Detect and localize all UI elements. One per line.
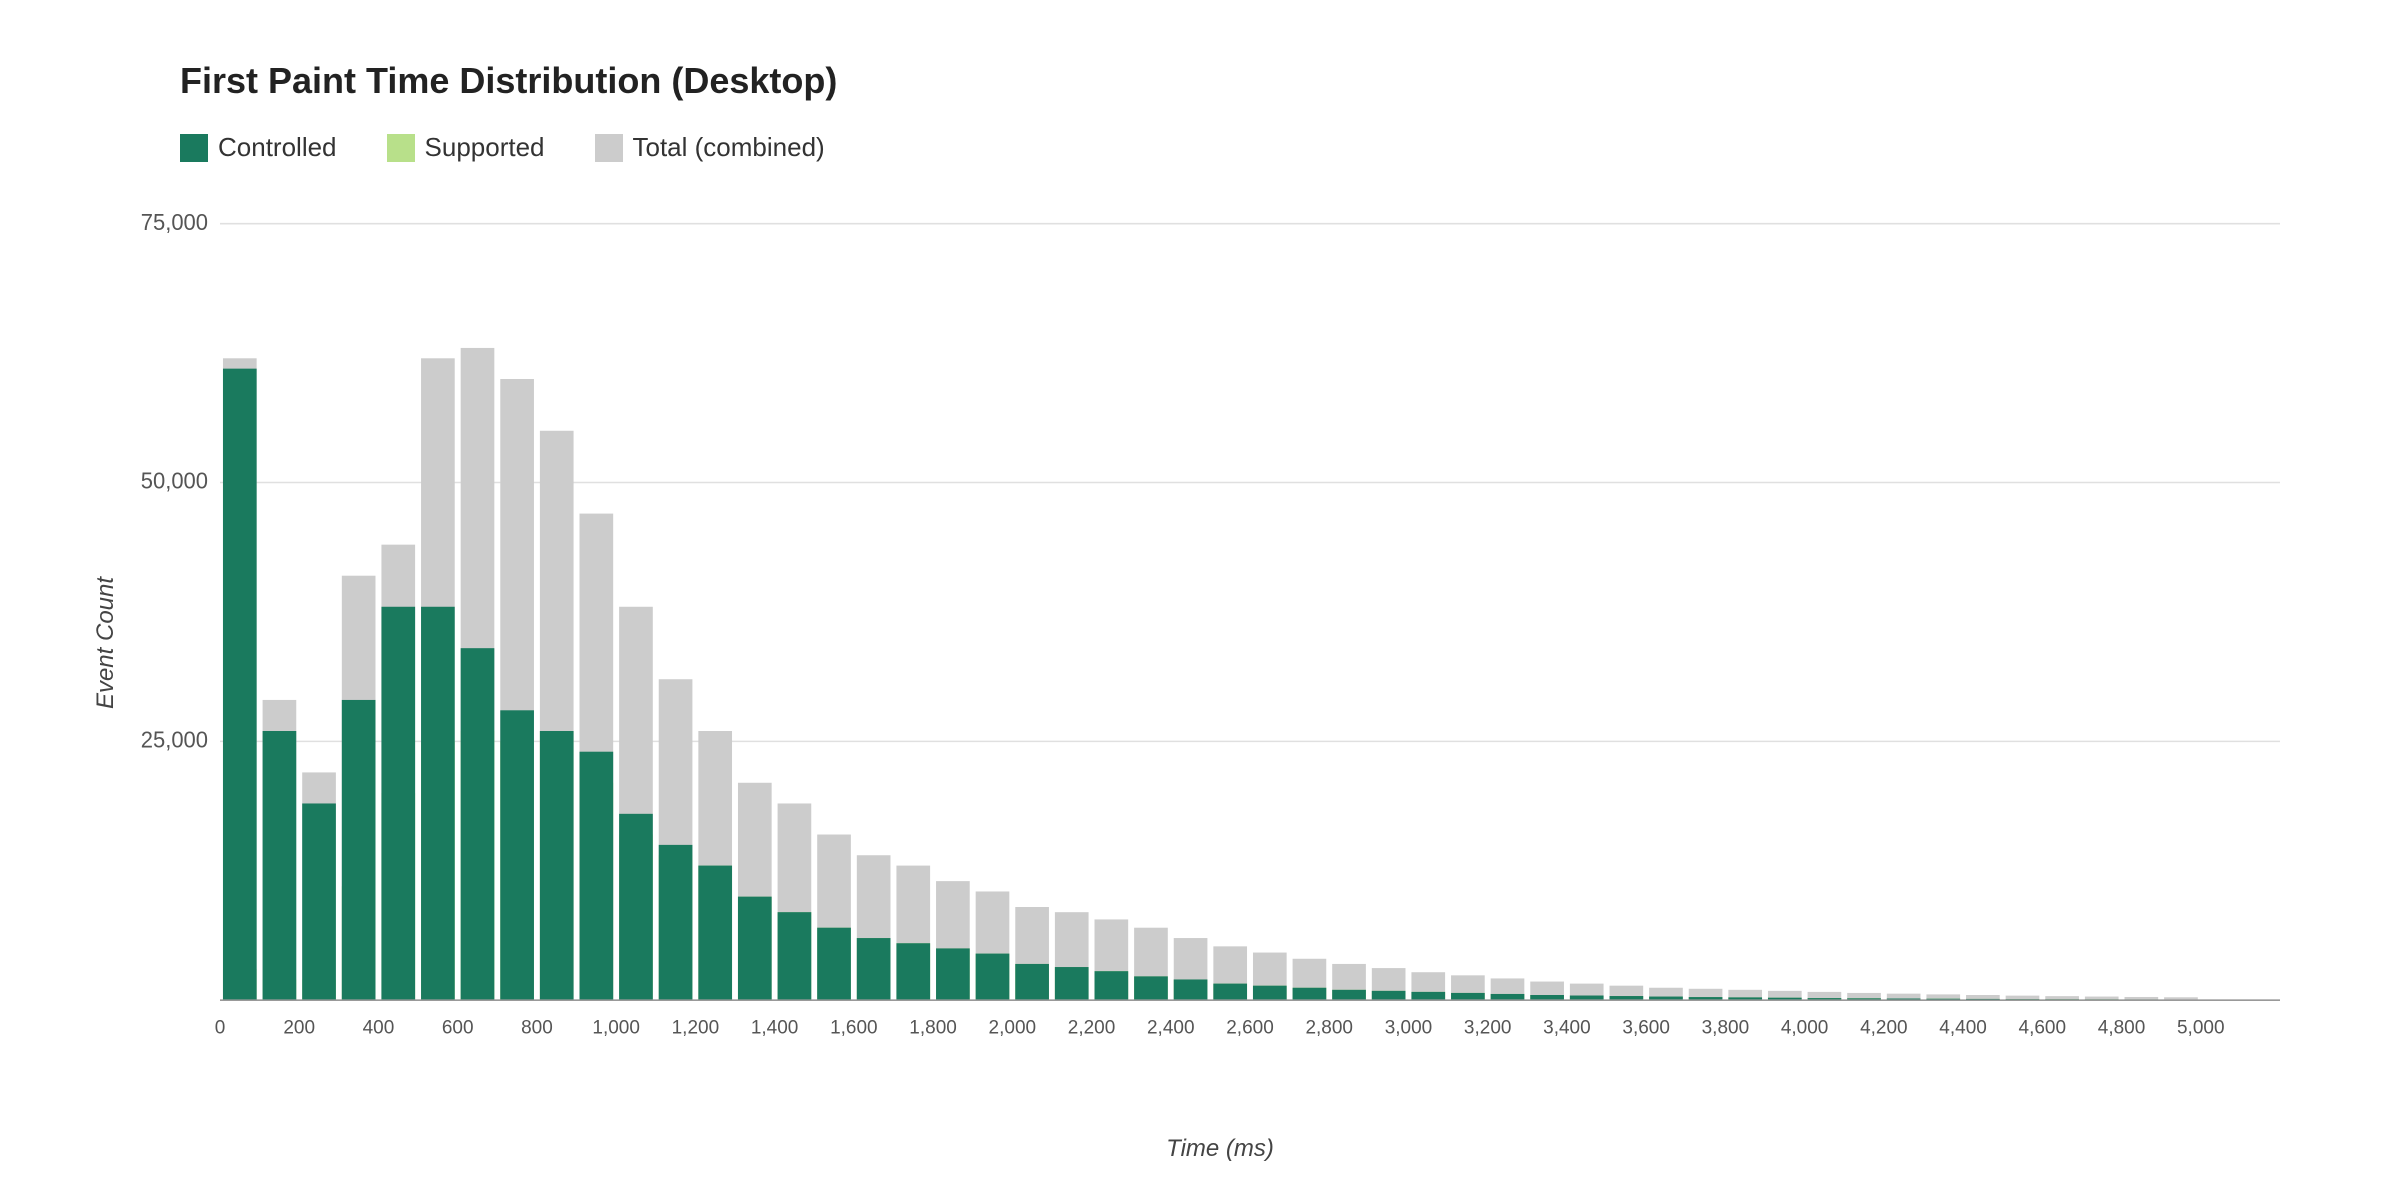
svg-text:4,800: 4,800: [2098, 1017, 2146, 1038]
legend-item-supported: Supported: [387, 132, 545, 163]
svg-text:400: 400: [363, 1017, 395, 1038]
svg-text:3,400: 3,400: [1543, 1017, 1591, 1038]
svg-text:3,000: 3,000: [1385, 1017, 1433, 1038]
svg-text:2,600: 2,600: [1226, 1017, 1274, 1038]
svg-text:200: 200: [283, 1017, 315, 1038]
x-axis-label: Time (ms): [1166, 1135, 1274, 1163]
svg-text:1,800: 1,800: [909, 1017, 957, 1038]
svg-text:1,600: 1,600: [830, 1017, 878, 1038]
svg-text:4,200: 4,200: [1860, 1017, 1908, 1038]
svg-text:1,400: 1,400: [751, 1017, 799, 1038]
chart-container: First Paint Time Distribution (Desktop) …: [0, 0, 2400, 1200]
svg-text:4,400: 4,400: [1939, 1017, 1987, 1038]
chart-area: Event Count 25,00050,00075,0000200400600…: [120, 203, 2320, 1083]
legend: Controlled Supported Total (combined): [180, 132, 2320, 163]
legend-item-total: Total (combined): [595, 132, 825, 163]
svg-text:2,400: 2,400: [1147, 1017, 1195, 1038]
svg-text:5,000: 5,000: [2177, 1017, 2225, 1038]
svg-text:25,000: 25,000: [141, 727, 208, 752]
svg-text:3,800: 3,800: [1702, 1017, 1750, 1038]
legend-label-total: Total (combined): [633, 132, 825, 163]
chart-title: First Paint Time Distribution (Desktop): [180, 60, 2320, 102]
legend-label-controlled: Controlled: [218, 132, 337, 163]
svg-text:1,200: 1,200: [672, 1017, 720, 1038]
svg-text:2,000: 2,000: [989, 1017, 1037, 1038]
svg-text:800: 800: [521, 1017, 553, 1038]
svg-text:50,000: 50,000: [141, 468, 208, 493]
svg-text:600: 600: [442, 1017, 474, 1038]
y-axis-label: Event Count: [92, 577, 120, 709]
svg-text:2,800: 2,800: [1305, 1017, 1353, 1038]
controlled-swatch: [180, 134, 208, 162]
svg-text:0: 0: [215, 1017, 226, 1038]
supported-swatch: [387, 134, 415, 162]
chart-svg: 25,000 50,000 75,000 0 200 400 600 800 1,000 1,20…: [120, 203, 2320, 1083]
total-swatch: [595, 134, 623, 162]
legend-item-controlled: Controlled: [180, 132, 337, 163]
svg-text:4,600: 4,600: [2019, 1017, 2067, 1038]
svg-text:3,200: 3,200: [1464, 1017, 1512, 1038]
svg-text:1,000: 1,000: [592, 1017, 640, 1038]
svg-text:3,600: 3,600: [1622, 1017, 1670, 1038]
svg-text:4,000: 4,000: [1781, 1017, 1829, 1038]
svg-text:75,000: 75,000: [141, 210, 208, 235]
legend-label-supported: Supported: [425, 132, 545, 163]
svg-text:2,200: 2,200: [1068, 1017, 1116, 1038]
